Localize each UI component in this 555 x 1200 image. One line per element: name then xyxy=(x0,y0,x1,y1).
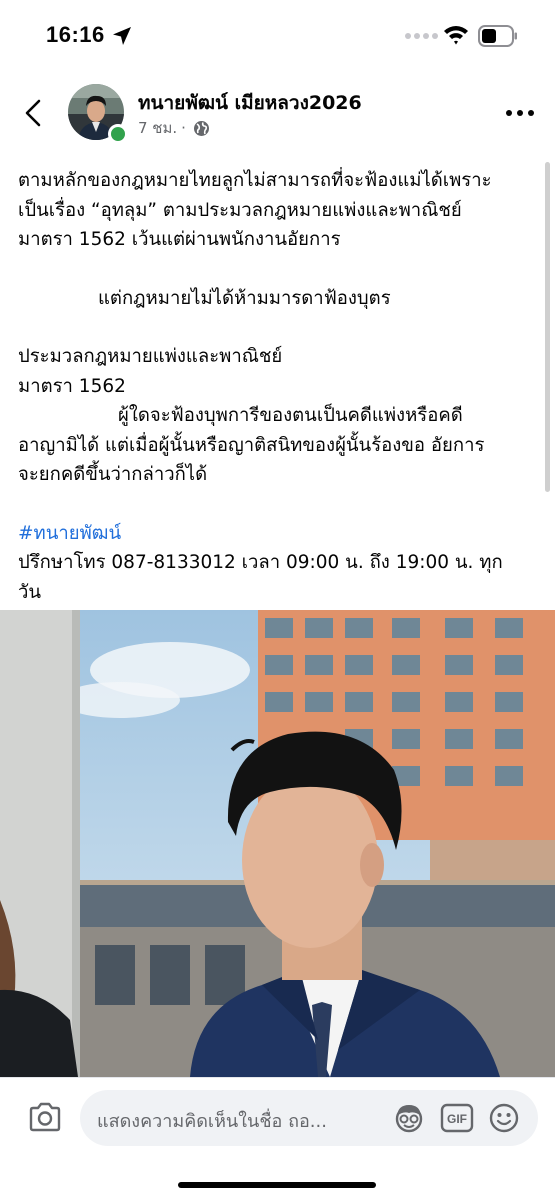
status-time: 16:16 xyxy=(46,22,105,47)
back-chevron-icon[interactable] xyxy=(20,98,46,128)
comment-bar: แสดงความคิดเห็นในชื่อ ถอ... GIF xyxy=(0,1077,555,1200)
home-indicator xyxy=(178,1182,376,1188)
law-section: มาตรา 1562 xyxy=(18,375,126,397)
meta-separator: · xyxy=(181,119,186,137)
post-photo[interactable] xyxy=(0,610,555,1077)
post-line: เป็นเรื่อง “อุทลุม” ตามประมวลกฎหมายแพ่งแ… xyxy=(18,199,462,221)
post-line: มาตรา 1562 เว้นแต่ผ่านพนักงานอัยการ xyxy=(18,229,341,250)
contact-line: วัน xyxy=(18,581,42,603)
post-time[interactable]: 7 ชม. xyxy=(138,116,177,140)
hashtag-link[interactable]: #ทนายพัฒน์ xyxy=(18,519,543,549)
camera-icon[interactable] xyxy=(28,1102,62,1132)
online-status-dot xyxy=(108,124,128,144)
law-text-line: ผู้ใดจะฟ้องบุพการีของตนเป็นคดีแพ่งหรือคด… xyxy=(118,405,463,426)
law-text-line: อาญามิได้ แต่เมื่อผู้นั้นหรือญาติสนิทของ… xyxy=(18,434,485,456)
author-avatar[interactable] xyxy=(68,84,128,144)
law-title: ประมวลกฎหมายแพ่งและพาณิชย์ xyxy=(18,346,283,367)
wifi-icon xyxy=(444,26,468,45)
status-bar: 16:16 xyxy=(0,0,555,70)
gif-label: GIF xyxy=(447,1112,467,1126)
cellular-signal-icon xyxy=(405,33,438,39)
post-header: ทนายพัฒน์ เมียหลวง2026 7 ชม. · xyxy=(0,70,555,155)
scrollbar[interactable] xyxy=(545,162,550,492)
avatar-sticker-icon[interactable] xyxy=(392,1102,426,1134)
more-options-icon[interactable] xyxy=(505,108,535,118)
emoji-icon[interactable] xyxy=(488,1102,520,1134)
post-line: ตามหลักของกฎหมายไทยลูกไม่สามารถที่จะฟ้อง… xyxy=(18,170,492,191)
location-arrow-icon xyxy=(113,27,131,45)
comment-placeholder: แสดงความคิดเห็นในชื่อ ถอ... xyxy=(97,1111,327,1132)
contact-line: ปรึกษาโทร 087-8133012 เวลา 09:00 น. ถึง … xyxy=(18,552,503,573)
law-text-line: จะยกคดีขึ้นว่ากล่าวก็ได้ xyxy=(18,464,208,485)
globe-icon xyxy=(193,120,209,136)
post-centered-line: แต่กฎหมายไม่ได้ห้ามมารดาฟ้องบุตร xyxy=(98,287,391,309)
battery-icon xyxy=(478,25,517,47)
comment-input[interactable]: แสดงความคิดเห็นในชื่อ ถอ... GIF xyxy=(80,1090,538,1146)
post-meta: 7 ชม. · xyxy=(138,116,210,140)
gif-icon[interactable]: GIF xyxy=(440,1103,474,1133)
post-text: ตามหลักของกฎหมายไทยลูกไม่สามารถที่จะฟ้อง… xyxy=(18,166,543,607)
author-name[interactable]: ทนายพัฒน์ เมียหลวง2026 xyxy=(138,88,362,118)
